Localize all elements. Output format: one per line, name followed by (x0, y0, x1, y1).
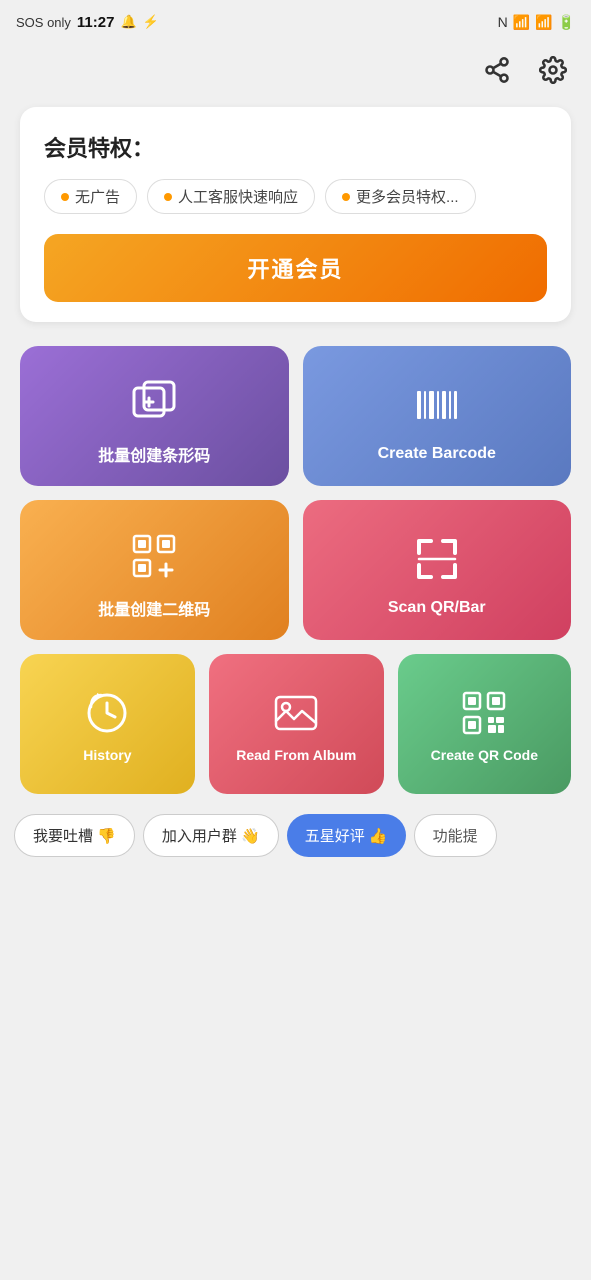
membership-title: 会员特权： (44, 131, 547, 163)
wifi-icon: 📶 (535, 14, 552, 31)
signal-icon: 📶 (513, 14, 530, 31)
tag-dot-1 (61, 193, 69, 201)
settings-icon (539, 56, 567, 84)
grid-row-2: 批量创建二维码 Scan QR/Bar (20, 500, 571, 640)
create-qr-button[interactable]: Create QR Code (398, 654, 571, 794)
read-album-button[interactable]: Read From Album (209, 654, 384, 794)
tag-customer-service: 人工客服快速响应 (147, 179, 315, 214)
join-group-label: 加入用户群 👋 (162, 828, 260, 845)
tag-customer-service-label: 人工客服快速响应 (178, 186, 298, 207)
grid-section: 批量创建条形码 Create Barcode (0, 346, 591, 794)
share-button[interactable] (479, 52, 515, 95)
nfc-icon: N (498, 14, 508, 30)
suggest-label: 功能提 (433, 828, 478, 845)
scan-qr-icon (409, 531, 465, 587)
scan-qr-label: Scan QR/Bar (388, 599, 486, 617)
tag-no-ads-label: 无广告 (75, 186, 120, 207)
scan-qr-button[interactable]: Scan QR/Bar (303, 500, 572, 640)
status-bar: SOS only 11:27 🔔 ⚡ N 📶 📶 🔋 (0, 0, 591, 44)
grid-row-1: 批量创建条形码 Create Barcode (20, 346, 571, 486)
create-qr-icon (460, 689, 508, 737)
tag-more-perks-label: 更多会员特权... (356, 186, 459, 207)
history-icon (83, 689, 131, 737)
read-album-label: Read From Album (236, 747, 356, 763)
batch-qr-label: 批量创建二维码 (98, 596, 210, 620)
toolbar (0, 44, 591, 107)
tag-dot-2 (164, 193, 172, 201)
sos-text: SOS only (16, 15, 71, 30)
battery-icon: 🔋 (558, 14, 575, 31)
feedback-button[interactable]: 我要吐槽 👎 (14, 814, 135, 857)
history-button[interactable]: History (20, 654, 195, 794)
settings-button[interactable] (535, 52, 571, 95)
status-left: SOS only 11:27 🔔 ⚡ (16, 14, 159, 31)
share-icon (483, 56, 511, 84)
bell-icon: 🔔 (120, 14, 136, 30)
five-star-label: 五星好评 👍 (305, 828, 388, 845)
five-star-button[interactable]: 五星好评 👍 (287, 814, 406, 857)
status-right: N 📶 📶 🔋 (498, 14, 575, 31)
tag-dot-3 (342, 193, 350, 201)
membership-cta-button[interactable]: 开通会员 (44, 234, 547, 302)
create-qr-label: Create QR Code (431, 747, 538, 763)
batch-barcode-button[interactable]: 批量创建条形码 (20, 346, 289, 486)
batch-qr-button[interactable]: 批量创建二维码 (20, 500, 289, 640)
feedback-label: 我要吐槽 👎 (33, 828, 116, 845)
create-barcode-label: Create Barcode (378, 445, 496, 463)
membership-tags: 无广告 人工客服快速响应 更多会员特权... (44, 179, 547, 214)
batch-qr-icon (126, 528, 182, 584)
grid-row-3: History Read From Album (20, 654, 571, 794)
history-label: History (83, 747, 131, 763)
join-group-button[interactable]: 加入用户群 👋 (143, 814, 279, 857)
status-time: 11:27 (77, 14, 115, 31)
read-album-icon (272, 689, 320, 737)
batch-barcode-icon (126, 374, 182, 430)
membership-card: 会员特权： 无广告 人工客服快速响应 更多会员特权... 开通会员 (20, 107, 571, 322)
suggest-button[interactable]: 功能提 (414, 814, 497, 857)
create-barcode-button[interactable]: Create Barcode (303, 346, 572, 486)
create-barcode-icon (409, 377, 465, 433)
tag-no-ads: 无广告 (44, 179, 137, 214)
lightning-icon: ⚡ (143, 14, 159, 30)
batch-barcode-label: 批量创建条形码 (98, 442, 210, 466)
bottom-bar: 我要吐槽 👎 加入用户群 👋 五星好评 👍 功能提 (0, 794, 591, 873)
tag-more-perks: 更多会员特权... (325, 179, 476, 214)
